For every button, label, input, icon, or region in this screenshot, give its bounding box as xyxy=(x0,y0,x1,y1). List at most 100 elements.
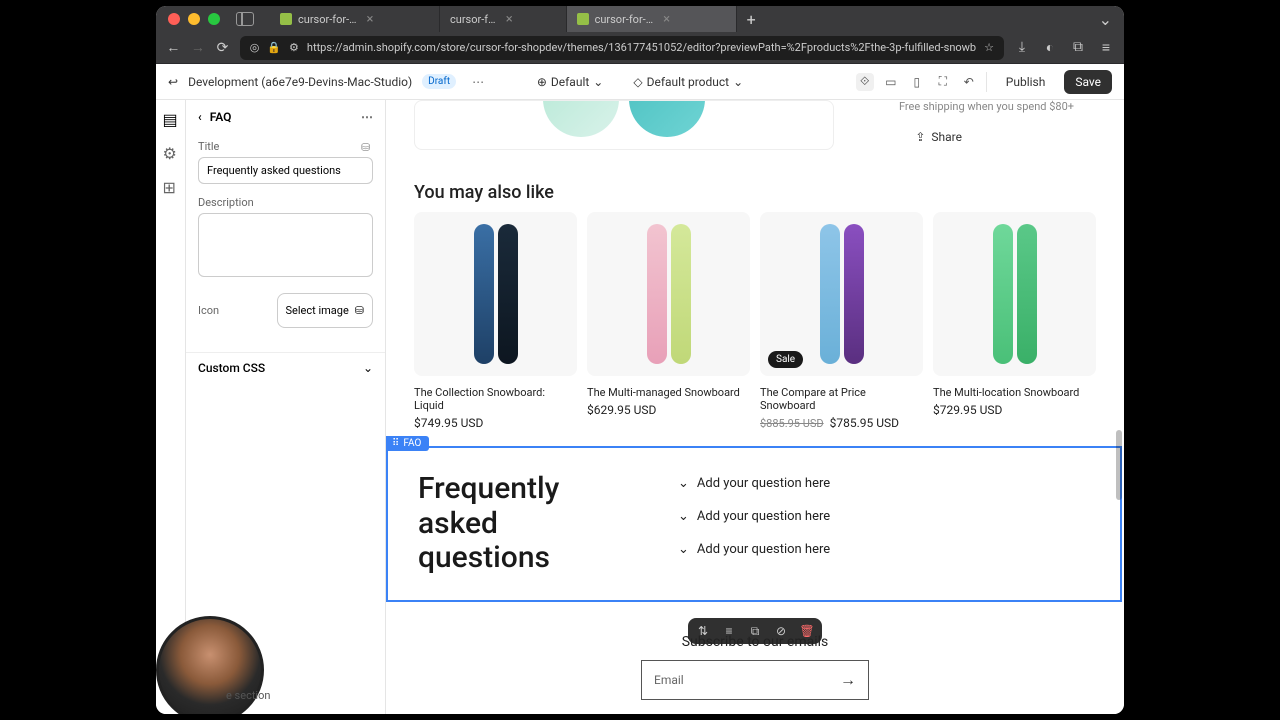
share-button[interactable]: ⇪Share xyxy=(915,130,962,144)
reload-icon[interactable]: ⟳ xyxy=(215,40,230,56)
faq-heading: Frequently asked questions xyxy=(418,472,618,576)
email-placeholder: Email xyxy=(654,673,840,687)
shield-icon: ◎ xyxy=(250,41,260,54)
product-card[interactable]: The Multi-managed Snowboard $629.95 USD xyxy=(587,212,750,430)
settings-slider-icon: ⚙ xyxy=(289,41,299,54)
theme-title: Development (a6e7e9-Devins-Mac-Studio) xyxy=(188,75,412,89)
free-shipping-text: Free shipping when you spend $80+ xyxy=(899,100,1074,113)
template-selector[interactable]: ⊕Default⌄ xyxy=(537,75,604,89)
product-card[interactable]: The Collection Snowboard: Liquid $749.95… xyxy=(414,212,577,430)
product-name: The Multi-managed Snowboard xyxy=(587,386,750,399)
dynamic-source-icon[interactable]: ⛁ xyxy=(355,304,364,317)
product-name: The Multi-location Snowboard xyxy=(933,386,1096,399)
related-title: You may also like xyxy=(414,182,554,203)
app-embeds-icon[interactable]: ⊞ xyxy=(163,178,179,194)
product-thumb[interactable] xyxy=(543,100,619,137)
mobile-view-icon[interactable]: ▯ xyxy=(908,73,926,91)
extensions-icon[interactable]: ⧉ xyxy=(1070,39,1086,56)
close-tab-icon[interactable]: × xyxy=(506,12,556,27)
product-card[interactable]: Sale The Compare at Price Snowboard $885… xyxy=(760,212,923,430)
draft-badge: Draft xyxy=(422,74,456,89)
back-icon[interactable]: ‹ xyxy=(198,110,202,124)
scrollbar[interactable] xyxy=(1116,430,1122,500)
favicon-icon xyxy=(577,13,589,25)
more-actions-icon[interactable]: ⋯ xyxy=(466,75,490,89)
theme-preview: Free shipping when you spend $80+ ⇪Share… xyxy=(386,100,1124,714)
icon-label: Icon xyxy=(198,304,219,317)
url-text: https://admin.shopify.com/store/cursor-f… xyxy=(307,41,976,54)
browser-tab[interactable]: cursor-for-shopdev · Customize× xyxy=(567,6,737,32)
left-rail: ▤ ⚙ ⊞ xyxy=(156,100,186,714)
menu-icon[interactable]: ≡ xyxy=(1098,39,1114,56)
product-price: $749.95 USD xyxy=(414,416,577,430)
globe-icon: ⊕ xyxy=(537,75,547,89)
close-tab-icon[interactable]: × xyxy=(367,12,430,27)
faq-item[interactable]: ⌄Add your question here xyxy=(678,509,1090,524)
sale-badge: Sale xyxy=(768,351,803,368)
product-price: $729.95 USD xyxy=(933,403,1096,417)
save-button[interactable]: Save xyxy=(1064,70,1112,94)
chevron-down-icon: ⌄ xyxy=(733,75,743,89)
fullscreen-icon[interactable]: ⛶ xyxy=(934,73,952,91)
faq-item[interactable]: ⌄Add your question here xyxy=(678,542,1090,557)
new-tab-button[interactable]: + xyxy=(737,6,766,32)
exit-editor-icon[interactable]: ↩ xyxy=(168,75,178,89)
product-selector[interactable]: ◇Default product⌄ xyxy=(633,75,743,89)
sections-icon[interactable]: ▤ xyxy=(163,110,179,126)
panel-more-icon[interactable]: ⋯ xyxy=(361,110,373,124)
share-icon: ⇪ xyxy=(915,130,925,144)
bookmark-icon[interactable]: ☆ xyxy=(984,41,994,54)
window-titlebar: cursor-for-shopdev · Themes× cursor-for-… xyxy=(156,6,1124,32)
product-thumb[interactable] xyxy=(629,100,705,137)
chevron-down-icon: ⌄ xyxy=(678,509,689,524)
close-window[interactable] xyxy=(168,13,180,25)
maximize-window[interactable] xyxy=(208,13,220,25)
custom-css-toggle[interactable]: Custom CSS⌄ xyxy=(186,352,385,383)
minimize-window[interactable] xyxy=(188,13,200,25)
editor-top-bar: ↩ Development (a6e7e9-Devins-Mac-Studio)… xyxy=(156,64,1124,100)
product-gallery xyxy=(414,100,834,150)
email-signup[interactable]: Email → xyxy=(641,660,869,700)
settings-panel: ‹ FAQ ⋯ Title ⛁ Description Icon Select i… xyxy=(186,100,386,714)
chevron-down-icon: ⌄ xyxy=(678,542,689,557)
submit-arrow-icon[interactable]: → xyxy=(840,670,856,690)
forward-icon[interactable]: → xyxy=(191,39,206,56)
download-icon[interactable]: ⤓ xyxy=(1014,39,1030,56)
tabs-overflow-icon[interactable]: ⌄ xyxy=(1099,10,1112,29)
favicon-icon xyxy=(280,13,292,25)
title-label: Title xyxy=(198,140,219,153)
address-field[interactable]: ◎ 🔒 ⚙ https://admin.shopify.com/store/cu… xyxy=(240,36,1004,60)
product-card[interactable]: The Multi-location Snowboard $729.95 USD xyxy=(933,212,1096,430)
description-input[interactable] xyxy=(198,213,373,277)
url-bar: ← → ⟳ ◎ 🔒 ⚙ https://admin.shopify.com/st… xyxy=(156,32,1124,64)
close-tab-icon[interactable]: × xyxy=(663,12,726,27)
browser-tab[interactable]: cursor-for-shopdev · Themes× xyxy=(270,6,440,32)
undo-icon[interactable]: ↶ xyxy=(960,73,978,91)
add-section-link[interactable]: e section xyxy=(226,689,270,702)
sidebar-toggle-icon[interactable] xyxy=(236,12,254,26)
traffic-lights xyxy=(168,13,220,25)
chevron-down-icon: ⌄ xyxy=(678,476,689,491)
theme-settings-icon[interactable]: ⚙ xyxy=(163,144,179,160)
panel-title: FAQ xyxy=(210,110,232,124)
account-icon[interactable]: ◐ xyxy=(1042,39,1058,56)
tag-icon: ◇ xyxy=(633,75,642,89)
product-price: $629.95 USD xyxy=(587,403,750,417)
select-image-button[interactable]: Select image⛁ xyxy=(277,293,374,328)
lock-icon: 🔒 xyxy=(267,41,281,54)
dynamic-source-icon[interactable]: ⛁ xyxy=(361,141,373,153)
product-name: The Collection Snowboard: Liquid xyxy=(414,386,577,412)
back-icon[interactable]: ← xyxy=(166,39,181,56)
publish-button[interactable]: Publish xyxy=(995,70,1057,94)
browser-tab[interactable]: cursor-for-shopdev× xyxy=(440,6,567,32)
product-price: $885.95 USD$785.95 USD xyxy=(760,416,923,430)
faq-item[interactable]: ⌄Add your question here xyxy=(678,476,1090,491)
subscribe-heading: Subscribe to our emails xyxy=(386,634,1124,650)
inspector-icon[interactable]: ⟐ xyxy=(856,73,874,91)
title-input[interactable] xyxy=(198,157,373,184)
description-label: Description xyxy=(198,196,254,209)
chevron-down-icon: ⌄ xyxy=(363,361,373,375)
chevron-down-icon: ⌄ xyxy=(593,75,603,89)
faq-section[interactable]: Frequently asked questions ⌄Add your que… xyxy=(386,446,1122,602)
desktop-view-icon[interactable]: ▭ xyxy=(882,73,900,91)
